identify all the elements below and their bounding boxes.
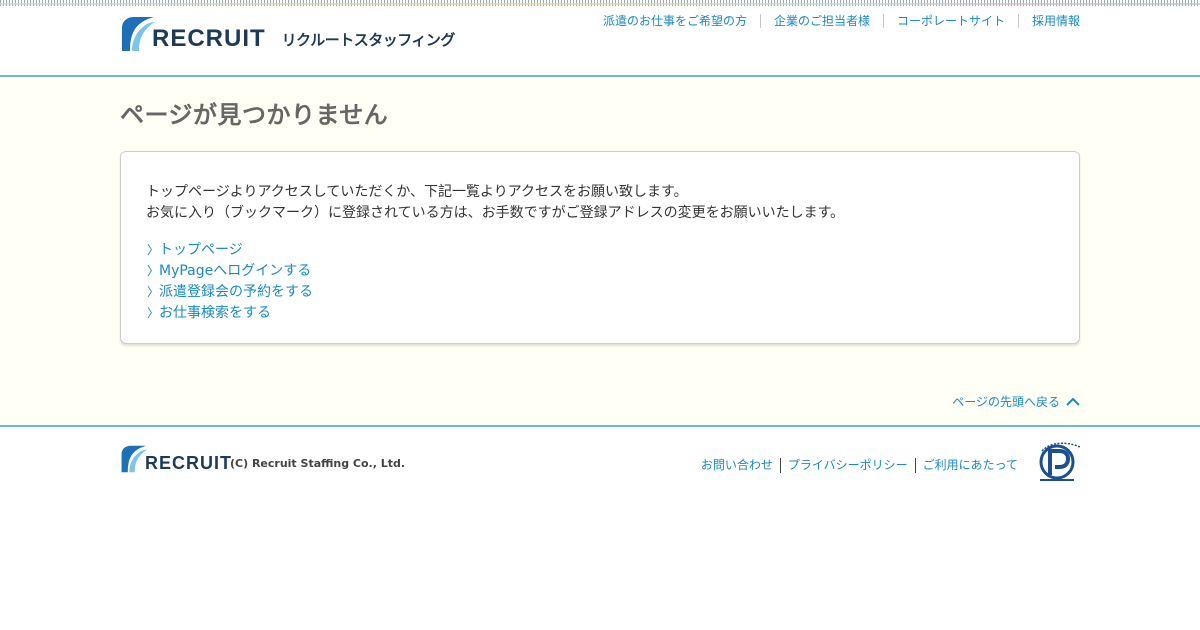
footer-nav: お問い合わせ プライバシーポリシー ご利用にあたって <box>694 458 1018 473</box>
link-registration-reservation[interactable]: 派遣登録会の予約をする <box>159 282 313 303</box>
link-mypage-login[interactable]: MyPageへログインする <box>159 261 311 282</box>
link-item: 〉 トップページ <box>147 240 313 261</box>
fnav-contact[interactable]: お問い合わせ <box>694 458 780 473</box>
message-line-2: お気に入り（ブックマーク）に登録されている方は、お手数ですがご登録アドレスの変更… <box>146 205 845 221</box>
chevron-right-icon: 〉 <box>147 243 160 257</box>
footer-logo-wordmark: RECRUIT <box>145 453 232 473</box>
copyright: (C) Recruit Staffing Co., Ltd. <box>230 457 406 470</box>
site-footer: RECRUIT (C) Recruit Staffing Co., Ltd. お… <box>0 427 1200 630</box>
chevron-right-icon: 〉 <box>147 306 160 320</box>
chevron-right-icon: 〉 <box>147 285 160 299</box>
gnav-recruitment[interactable]: 採用情報 <box>1017 14 1080 28</box>
link-item: 〉 派遣登録会の予約をする <box>147 282 313 303</box>
page-title: ページが見つかりません <box>120 101 389 129</box>
not-found-box: トップページよりアクセスしていただくか、下記一覧よりアクセスをお願い致します。 … <box>120 151 1080 344</box>
global-nav: 派遣のお仕事をご希望の方 企業のご担当者様 コーポレートサイト 採用情報 <box>590 14 1080 28</box>
link-item: 〉 お仕事検索をする <box>147 303 313 324</box>
gnav-corporate-site[interactable]: コーポレートサイト <box>882 14 1018 28</box>
privacy-mark-icon <box>1039 442 1081 481</box>
fnav-terms-of-use[interactable]: ご利用にあたって <box>914 458 1018 473</box>
not-found-message: トップページよりアクセスしていただくか、下記一覧よりアクセスをお願い致します。 … <box>146 182 844 224</box>
fnav-privacy-policy[interactable]: プライバシーポリシー <box>779 458 915 473</box>
gnav-job-seekers[interactable]: 派遣のお仕事をご希望の方 <box>590 14 760 28</box>
logo-subtitle: リクルートスタッフィング <box>281 31 456 49</box>
link-top-page[interactable]: トップページ <box>159 240 243 261</box>
chevron-up-icon <box>1066 397 1080 406</box>
recruit-logo-icon <box>122 17 155 51</box>
chevron-right-icon: 〉 <box>147 264 160 278</box>
recruit-logo-icon <box>121 445 148 473</box>
link-item: 〉 MyPageへログインする <box>147 261 313 282</box>
link-job-search[interactable]: お仕事検索をする <box>159 303 271 324</box>
header-logo[interactable]: RECRUIT リクルートスタッフィング <box>120 16 455 52</box>
back-to-top-label: ページの先頭へ戻る <box>952 395 1060 409</box>
main-content: ページが見つかりません トップページよりアクセスしていただくか、下記一覧よりアク… <box>0 77 1200 425</box>
back-to-top-link[interactable]: ページの先頭へ戻る <box>952 393 1080 410</box>
logo-wordmark: RECRUIT <box>152 25 266 52</box>
footer-logo[interactable]: RECRUIT <box>120 445 232 473</box>
site-header: RECRUIT リクルートスタッフィング 派遣のお仕事をご希望の方 企業のご担当… <box>0 6 1200 75</box>
gnav-companies[interactable]: 企業のご担当者様 <box>759 14 883 28</box>
link-list: 〉 トップページ 〉 MyPageへログインする 〉 派遣登録会の予約をする 〉… <box>147 240 313 324</box>
message-line-1: トップページよりアクセスしていただくか、下記一覧よりアクセスをお願い致します。 <box>146 184 688 200</box>
privacy-mark-link[interactable] <box>1036 439 1082 483</box>
